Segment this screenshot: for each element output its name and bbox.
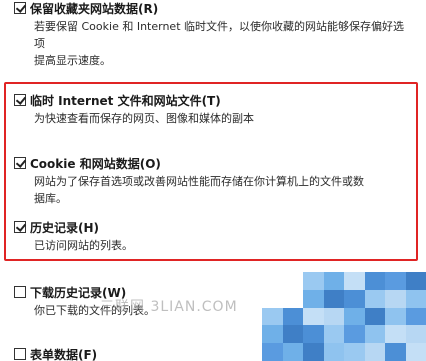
checkbox-download-history[interactable]: [14, 286, 26, 298]
mosaic-tile: [364, 343, 385, 361]
mosaic-tile: [282, 272, 303, 290]
option-label: 表单数据(F): [30, 347, 98, 361]
option-description-line: 提高显示速度。: [34, 54, 111, 67]
mosaic-tile: [364, 325, 385, 344]
mosaic-tile: [323, 272, 344, 290]
mosaic-tile: [405, 343, 426, 361]
mosaic-tile: [282, 307, 303, 326]
checkbox-cookies[interactable]: [14, 157, 26, 169]
option-label: 临时 Internet 文件和网站文件(T): [30, 93, 221, 108]
mosaic-tile: [385, 272, 406, 290]
mosaic-tile: [323, 325, 344, 344]
checkbox-form-data[interactable]: [14, 348, 26, 360]
mosaic-tile: [344, 343, 365, 361]
mosaic-tile: [385, 325, 406, 344]
mosaic-tile: [262, 343, 283, 361]
checkbox-history[interactable]: [14, 221, 26, 233]
mosaic-tile: [385, 307, 406, 326]
option-label: Cookie 和网站数据(O): [30, 156, 161, 171]
option-preserve-favorites[interactable]: 保留收藏夹网站数据(R) 若要保留 Cookie 和 Internet 临时文件…: [14, 0, 410, 69]
mosaic-tile: [344, 325, 365, 344]
mosaic-tile: [344, 307, 365, 326]
mosaic-tile: [323, 307, 344, 326]
mosaic-tile: [262, 307, 283, 326]
checkbox-temp-internet-files[interactable]: [14, 94, 26, 106]
mosaic-tile: [282, 325, 303, 344]
mosaic-tile: [405, 325, 426, 344]
mosaic-tile: [385, 343, 406, 361]
mosaic-tile: [323, 289, 344, 308]
mosaic-tile: [364, 307, 385, 326]
mosaic-tile: [262, 325, 283, 344]
mosaic-tile: [364, 289, 385, 308]
option-description-line: 网站为了保存首选项或改善网站性能而存储在你计算机上的文件或数: [34, 175, 364, 188]
option-description-line: 若要保留 Cookie 和 Internet 临时文件，以使你收藏的网站能够保存…: [34, 20, 404, 50]
mosaic-tile: [282, 289, 303, 308]
option-cookies[interactable]: Cookie 和网站数据(O) 网站为了保存首选项或改善网站性能而存储在你计算机…: [14, 154, 410, 207]
option-label: 历史记录(H): [30, 220, 100, 235]
option-description-line: 为快速查看而保存的网页、图像和媒体的副本: [34, 112, 254, 125]
mosaic-tile: [323, 343, 344, 361]
mosaic-tile: [405, 289, 426, 308]
mosaic-tile: [282, 343, 303, 361]
mosaic-tile: [405, 272, 426, 290]
mosaic-tile: [364, 272, 385, 290]
watermark-text: 三联网 3LIAN.COM: [100, 299, 238, 315]
option-description-line: 已访问网站的列表。: [34, 239, 133, 252]
delete-browsing-history-dialog: 保留收藏夹网站数据(R) 若要保留 Cookie 和 Internet 临时文件…: [0, 0, 426, 361]
watermark-logo: [262, 272, 426, 361]
mosaic-tile: [385, 289, 406, 308]
mosaic-pattern: [262, 272, 426, 361]
option-label: 保留收藏夹网站数据(R): [30, 1, 159, 16]
mosaic-tile: [303, 343, 324, 361]
option-description-line: 据库。: [34, 192, 67, 205]
option-history[interactable]: 历史记录(H) 已访问网站的列表。: [14, 218, 410, 254]
mosaic-tile: [405, 307, 426, 326]
mosaic-tile: [303, 307, 324, 326]
mosaic-tile: [344, 272, 365, 290]
checkbox-preserve-favorites[interactable]: [14, 2, 26, 14]
mosaic-tile: [262, 272, 283, 290]
mosaic-tile: [344, 289, 365, 308]
option-temp-internet-files[interactable]: 临时 Internet 文件和网站文件(T) 为快速查看而保存的网页、图像和媒体…: [14, 91, 410, 127]
mosaic-tile: [303, 272, 324, 290]
mosaic-tile: [262, 289, 283, 308]
mosaic-tile: [303, 289, 324, 308]
mosaic-tile: [303, 325, 324, 344]
